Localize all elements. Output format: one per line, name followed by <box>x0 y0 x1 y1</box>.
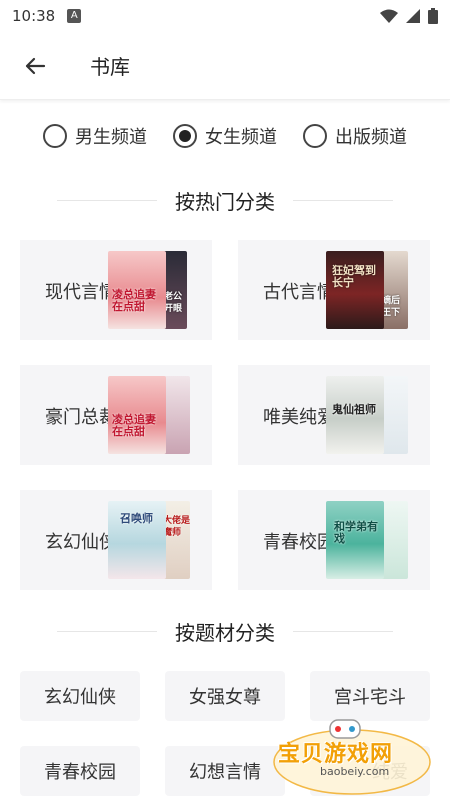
category-label: 唯美纯爱 <box>263 407 335 428</box>
book-cover-back: 大佬是魔师 <box>162 501 190 579</box>
category-label: 豪门总裁 <box>45 407 117 428</box>
theme-tag[interactable]: 女强女尊 <box>165 671 285 721</box>
category-card-modern-romance[interactable]: 现代言情 老公开眼 凌总追妻在点甜 <box>20 240 212 340</box>
book-cover-back <box>380 376 408 454</box>
channel-female[interactable]: 女生频道 <box>173 123 277 149</box>
section-title: 按热门分类 <box>175 190 275 214</box>
channel-label: 出版频道 <box>335 127 407 148</box>
book-cover-back <box>162 376 190 454</box>
status-time: 10:38 <box>12 7 56 25</box>
category-card-ancient-romance[interactable]: 古代言情 嫡后王下 狂妃驾到长宁 <box>238 240 430 340</box>
section-heading-popular: 按热门分类 <box>0 186 450 215</box>
radio-unchecked-icon <box>43 124 67 148</box>
divider <box>293 200 393 201</box>
cover-title: 老公开眼 <box>164 292 183 314</box>
section-title: 按题材分类 <box>175 621 275 645</box>
theme-tag[interactable]: 玄幻仙侠 <box>20 671 140 721</box>
radio-checked-icon <box>173 124 197 148</box>
category-card-campus[interactable]: 青春校园 和学弟有戏 <box>238 490 430 590</box>
watermark: 宝贝游戏网 baobeiy.com <box>272 716 432 796</box>
back-button[interactable] <box>10 41 60 91</box>
category-label: 青春校园 <box>263 532 335 553</box>
notification-icon: A <box>67 9 82 23</box>
channel-male[interactable]: 男生频道 <box>43 123 147 149</box>
book-cover-front: 鬼仙祖师 <box>326 376 384 454</box>
app-bar: 书库 <box>0 32 450 100</box>
watermark-url: baobeiy.com <box>320 765 390 778</box>
arrow-left-icon <box>25 57 46 74</box>
page-title: 书库 <box>90 55 130 79</box>
battery-icon <box>428 8 438 24</box>
channel-label: 女生频道 <box>205 127 277 148</box>
book-cover-back: 嫡后王下 <box>380 251 408 329</box>
cover-title: 鬼仙祖师 <box>332 403 376 416</box>
category-label: 玄幻仙侠 <box>45 532 117 553</box>
cover-title: 大佬是魔师 <box>163 516 190 538</box>
theme-tag[interactable]: 青春校园 <box>20 746 140 796</box>
cover-title: 召唤师 <box>120 512 153 525</box>
theme-tag[interactable]: 幻想言情 <box>165 746 285 796</box>
watermark-text: 宝贝游戏网 <box>278 742 394 767</box>
category-label: 现代言情 <box>45 282 117 303</box>
cover-title: 和学弟有戏 <box>334 520 378 545</box>
cover-title: 狂妃驾到长宁 <box>332 264 376 289</box>
cover-title: 凌总追妻在点甜 <box>112 413 156 438</box>
status-bar: 10:38 A <box>0 0 450 32</box>
category-card-pure-love[interactable]: 唯美纯爱 鬼仙祖师 <box>238 365 430 465</box>
radio-unchecked-icon <box>303 124 327 148</box>
channel-label: 男生频道 <box>75 127 147 148</box>
divider <box>293 631 393 632</box>
book-cover-back <box>380 501 408 579</box>
signal-icon <box>406 9 420 23</box>
category-card-rich-ceo[interactable]: 豪门总裁 凌总追妻在点甜 <box>20 365 212 465</box>
divider <box>57 200 157 201</box>
channel-publishing[interactable]: 出版频道 <box>303 123 407 149</box>
book-cover-front: 和学弟有戏 <box>326 501 384 579</box>
category-label: 古代言情 <box>263 282 335 303</box>
book-cover-front: 凌总追妻在点甜 <box>108 376 166 454</box>
cover-title: 凌总追妻在点甜 <box>112 288 156 313</box>
status-icons <box>380 8 438 24</box>
theme-tag[interactable]: 宫斗宅斗 <box>310 671 430 721</box>
cover-title: 嫡后王下 <box>382 296 401 318</box>
wifi-icon <box>380 9 398 23</box>
book-cover-front: 狂妃驾到长宁 <box>326 251 384 329</box>
section-heading-theme: 按题材分类 <box>0 617 450 646</box>
channel-selector: 男生频道 女生频道 出版频道 <box>0 123 450 149</box>
book-cover-front: 召唤师 <box>108 501 166 579</box>
book-cover-front: 凌总追妻在点甜 <box>108 251 166 329</box>
divider <box>57 631 157 632</box>
category-card-xuanhuan[interactable]: 玄幻仙侠 大佬是魔师 召唤师 <box>20 490 212 590</box>
